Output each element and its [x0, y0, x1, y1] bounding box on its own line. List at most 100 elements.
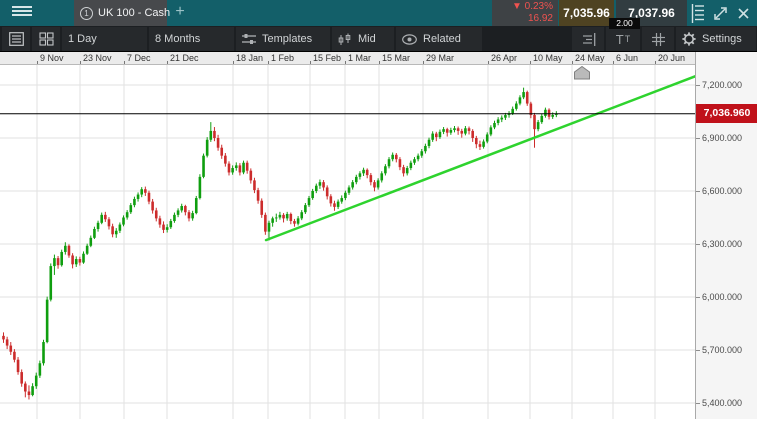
y-tick-mark [696, 350, 700, 351]
settings-button[interactable]: Settings [676, 27, 756, 51]
x-tick-mark [655, 61, 656, 64]
price-chart[interactable] [0, 65, 695, 419]
candle-body [344, 193, 347, 198]
gear-icon [682, 32, 696, 46]
x-tick-label: 18 Jan [236, 53, 263, 63]
candle-body [268, 223, 271, 232]
top-bar: 1 UK 100 - Cash + ▼ 0.23% 16.92 7,035.96… [0, 0, 757, 26]
close-icon[interactable] [737, 7, 750, 20]
candle-body [6, 339, 9, 345]
chart-canvas[interactable] [0, 65, 695, 419]
candle-body [279, 215, 282, 218]
x-tick-label: 20 Jun [658, 53, 685, 63]
x-tick-mark [572, 61, 573, 64]
menu-icon[interactable] [12, 6, 32, 20]
candle-body [424, 146, 427, 151]
watchlist-panel-button[interactable] [2, 27, 30, 51]
ladder-icon[interactable] [691, 4, 706, 23]
candle-body [428, 140, 431, 146]
eye-icon [402, 34, 417, 45]
candle-body [315, 186, 318, 191]
timeframe-dropdown[interactable]: 1 Day [62, 27, 147, 51]
x-tick-label: 23 Nov [83, 53, 112, 63]
x-tick-label: 26 Apr [491, 53, 517, 63]
console-button[interactable] [572, 27, 604, 51]
trendline[interactable] [266, 76, 695, 240]
candle-body [300, 212, 303, 218]
add-tab-button[interactable]: + [170, 2, 190, 22]
candle-body [526, 92, 529, 103]
sell-button[interactable]: 7,035.96 [559, 0, 614, 26]
candle-body [24, 384, 27, 392]
y-tick-mark [696, 191, 700, 192]
change-percent: ▼ 0.23% [512, 1, 553, 13]
related-button[interactable]: Related [396, 27, 482, 51]
x-tick-label: 29 Mar [426, 53, 454, 63]
candle-body [275, 218, 278, 219]
x-tick-mark [37, 61, 38, 64]
candle-body [57, 258, 60, 265]
candle-body [431, 134, 434, 140]
templates-button[interactable]: Templates [236, 27, 330, 51]
candle-body [9, 346, 12, 352]
candle-body [108, 219, 111, 226]
candle-body [93, 229, 96, 238]
chart-type-dropdown[interactable]: Mid [332, 27, 394, 51]
candle-body [217, 138, 220, 148]
indent-lines-icon [581, 33, 596, 46]
candle-body [373, 182, 376, 187]
candle-body [235, 165, 238, 168]
candle-body [391, 155, 394, 159]
date-marker[interactable] [575, 67, 590, 80]
candle-body [304, 205, 307, 212]
x-tick-label: 21 Dec [170, 53, 199, 63]
candle-body [402, 167, 405, 173]
y-tick-mark [696, 138, 700, 139]
text-tool-button[interactable]: T T [606, 27, 640, 51]
y-tick-label: 6,900.000 [702, 133, 742, 143]
candle-body [471, 131, 474, 138]
candle-body [17, 360, 20, 372]
candle-body [31, 386, 34, 395]
x-tick-label: 15 Feb [313, 53, 341, 63]
candle-body [439, 132, 442, 137]
candle-body [551, 115, 554, 117]
instrument-tab[interactable]: 1 UK 100 - Cash [74, 0, 167, 26]
grid-toggle-button[interactable] [642, 27, 674, 51]
candle-body [330, 196, 333, 203]
candle-body [362, 170, 365, 174]
candle-body [191, 213, 194, 218]
x-tick-label: 15 Mar [382, 53, 410, 63]
spread-badge: 2.00 [609, 18, 640, 29]
candle-body [486, 134, 489, 141]
candle-body [413, 159, 416, 163]
range-dropdown[interactable]: 8 Months [149, 27, 234, 51]
candle-body [311, 191, 314, 198]
candle-body [180, 206, 183, 210]
layout-button[interactable] [32, 27, 60, 51]
candle-body [159, 218, 162, 224]
timeframe-label: 1 Day [68, 33, 97, 45]
candle-body [228, 164, 231, 173]
change-points: 16.92 [528, 13, 553, 25]
candle-body [453, 128, 456, 130]
candle-body [544, 110, 547, 116]
candle-body [482, 142, 485, 147]
price-axis[interactable]: 7,200.0006,900.0006,600.0006,300.0006,00… [695, 52, 757, 419]
candle-body [260, 201, 263, 215]
candle-body [460, 131, 463, 134]
candle-type-icon [338, 33, 352, 46]
instrument-number-icon: 1 [80, 7, 93, 20]
candle-body [144, 189, 147, 193]
y-tick-label: 6,300.000 [702, 239, 742, 249]
range-label: 8 Months [155, 33, 200, 45]
expand-icon[interactable] [713, 6, 728, 21]
y-tick-mark [696, 297, 700, 298]
candle-body [140, 189, 143, 194]
x-tick-mark [167, 61, 168, 64]
candle-body [210, 131, 213, 140]
date-axis[interactable]: 9 Nov23 Nov7 Dec21 Dec18 Jan1 Feb15 Feb1… [0, 52, 695, 65]
candle-body [435, 134, 438, 138]
candle-body [126, 212, 129, 217]
candle-body [231, 168, 234, 172]
